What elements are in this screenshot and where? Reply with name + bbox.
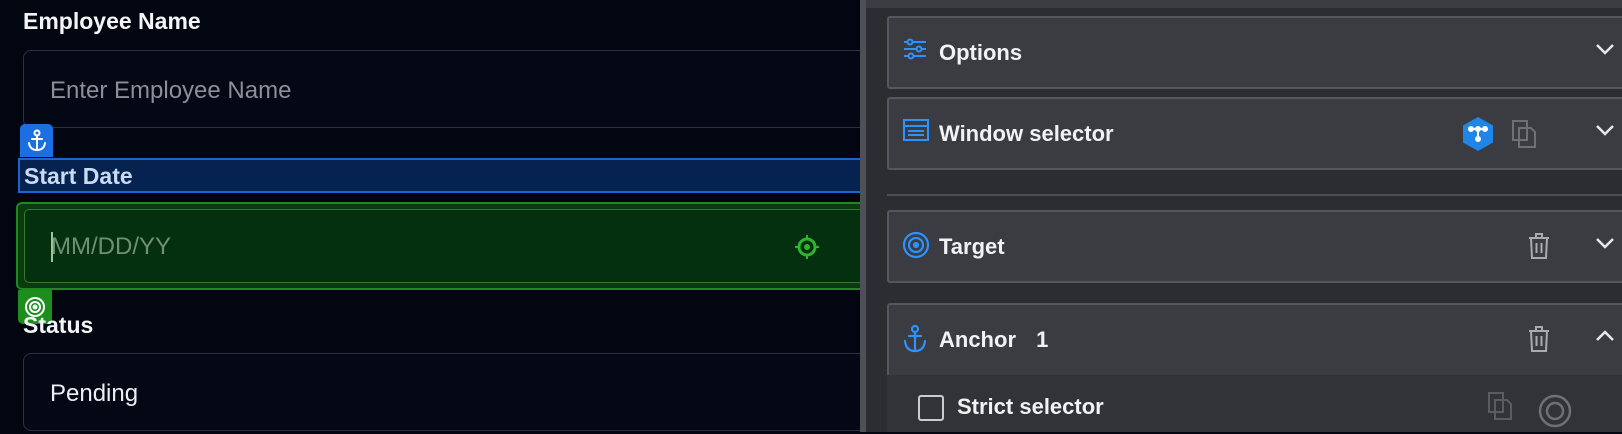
start-date-label: Start Date — [24, 163, 133, 189]
trash-icon[interactable] — [1527, 232, 1551, 265]
window-selector-section[interactable]: Window selector — [887, 97, 1622, 170]
employee-name-placeholder: Enter Employee Name — [50, 77, 292, 104]
selector-panel: Options Window selector Target Anchor 1 … — [866, 0, 1622, 432]
status-value: Pending — [50, 380, 139, 407]
anchor-count: 1 — [1036, 327, 1049, 352]
trash-icon[interactable] — [1527, 325, 1551, 358]
selector-editor-icon[interactable] — [1461, 116, 1495, 157]
anchor-highlight[interactable]: Start Date — [18, 158, 878, 193]
chevron-down-icon[interactable] — [1594, 123, 1616, 142]
chevron-down-icon[interactable] — [1594, 236, 1616, 255]
status-select[interactable]: Pending — [23, 353, 903, 431]
anchor-marker-icon[interactable] — [20, 124, 53, 157]
window-selector-title: Window selector — [939, 121, 1114, 146]
window-icon — [902, 118, 930, 147]
anchor-section[interactable]: Anchor 1 — [887, 303, 1622, 377]
copy-icon[interactable] — [1511, 119, 1537, 154]
target-highlight[interactable]: MM/DD/YY — [16, 202, 878, 290]
sliders-icon — [902, 37, 928, 66]
target-icon[interactable] — [1537, 393, 1573, 434]
status-label: Status — [23, 312, 94, 338]
strict-selector-label: Strict selector — [957, 394, 1104, 419]
start-date-placeholder: MM/DD/YY — [51, 233, 171, 260]
employee-name-input[interactable]: Enter Employee Name — [23, 50, 903, 128]
section-divider — [887, 194, 1622, 196]
strict-selector-checkbox[interactable] — [918, 395, 944, 421]
anchor-icon — [902, 324, 928, 359]
options-title: Options — [939, 40, 1023, 65]
panel-top-strip — [866, 0, 1622, 8]
target-title: Target — [939, 234, 1005, 259]
crosshair-icon[interactable] — [794, 234, 820, 265]
chevron-down-icon[interactable] — [1594, 42, 1616, 61]
anchor-body: Strict selector — [887, 375, 1622, 432]
anchor-title-text: Anchor — [939, 327, 1016, 352]
copy-icon[interactable] — [1487, 391, 1513, 426]
target-section[interactable]: Target — [887, 210, 1622, 283]
anchor-title: Anchor 1 — [939, 327, 1048, 353]
options-section[interactable]: Options — [887, 16, 1622, 89]
target-icon — [902, 231, 930, 264]
form-area: Employee Name Enter Employee Name Start … — [0, 0, 903, 432]
employee-name-label: Employee Name — [23, 8, 201, 34]
chevron-up-icon[interactable] — [1594, 329, 1616, 348]
start-date-input[interactable]: MM/DD/YY — [24, 209, 876, 283]
